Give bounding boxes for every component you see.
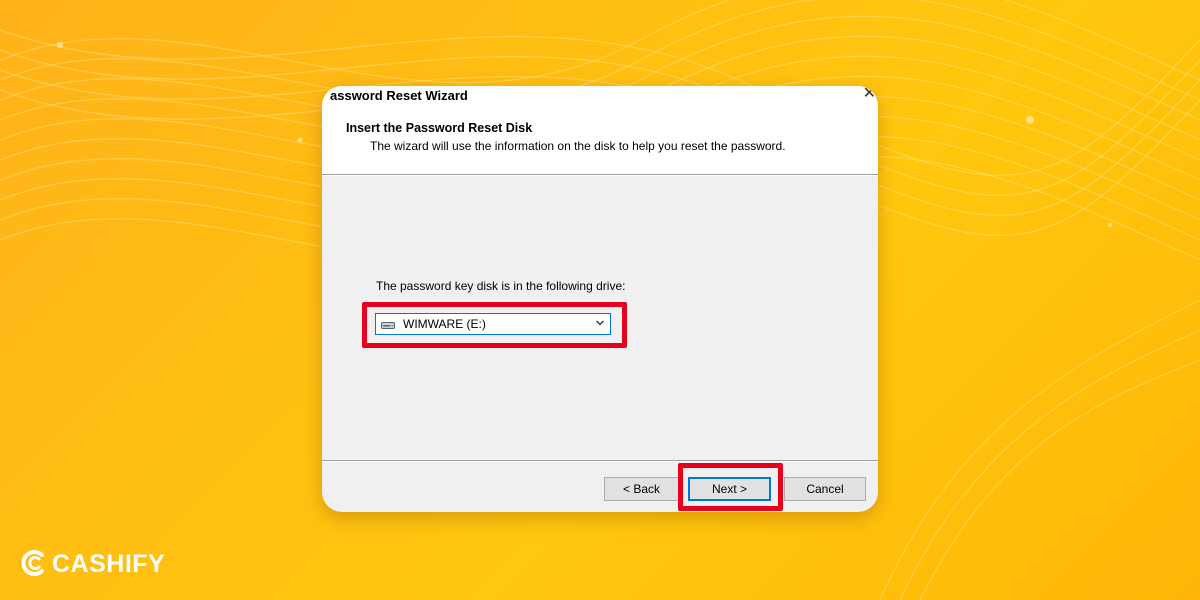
page-title: Insert the Password Reset Disk	[346, 121, 533, 135]
next-button-highlight	[678, 463, 783, 511]
cashify-logo-text: CASHIFY	[52, 550, 166, 578]
cancel-button[interactable]: Cancel	[784, 477, 866, 501]
back-button[interactable]: < Back	[604, 477, 679, 501]
drive-select-highlight	[362, 302, 627, 348]
page-subtitle: The wizard will use the information on t…	[370, 139, 786, 153]
password-reset-wizard-dialog: assword Reset Wizard ✕ Insert the Passwo…	[322, 86, 878, 512]
drive-label: The password key disk is in the followin…	[376, 279, 626, 293]
close-icon[interactable]: ✕	[863, 86, 876, 102]
header-divider-highlight	[322, 175, 878, 176]
footer-divider-highlight	[322, 461, 878, 462]
cashify-logo-icon	[21, 550, 44, 576]
title-bar: assword Reset Wizard ✕	[322, 86, 878, 108]
window-title: assword Reset Wizard	[330, 88, 468, 103]
wizard-header: Insert the Password Reset Disk The wizar…	[322, 108, 878, 174]
